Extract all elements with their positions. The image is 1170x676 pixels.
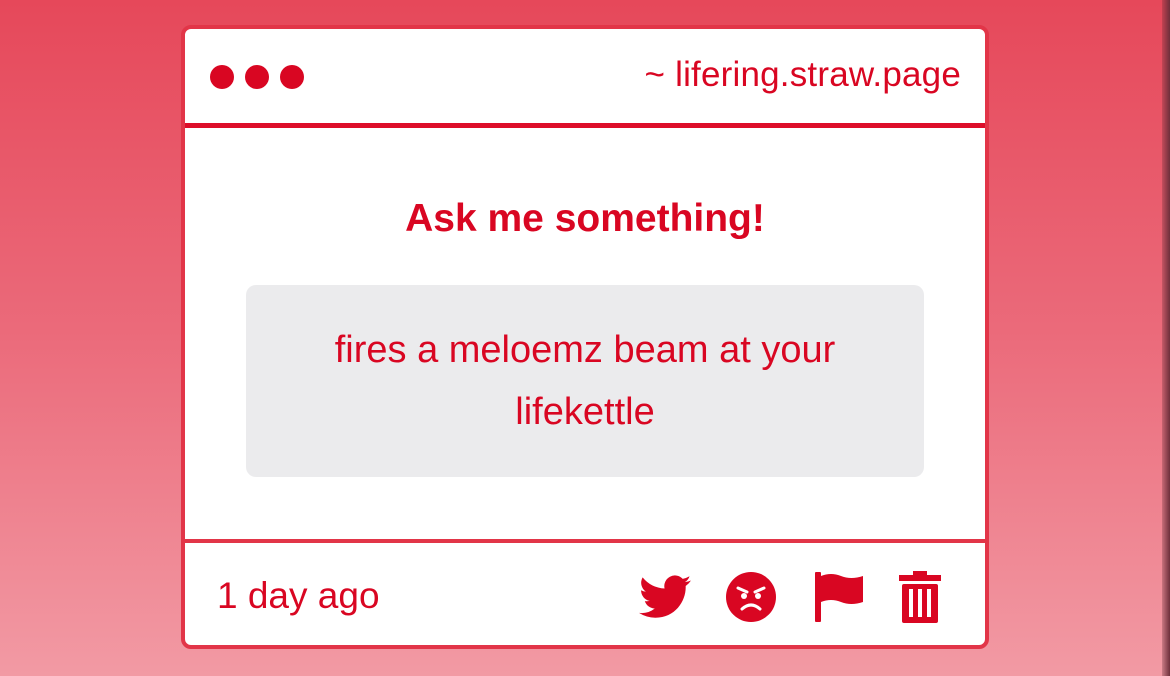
window-dots xyxy=(210,65,304,89)
page-url[interactable]: ~ lifering.straw.page xyxy=(645,55,961,95)
window-dot-2 xyxy=(245,65,269,89)
question-text: fires a meloemz beam at your lifekettle xyxy=(334,329,836,433)
card-footer: 1 day ago xyxy=(185,539,985,645)
report-flag-button[interactable] xyxy=(813,571,865,623)
angry-face-icon xyxy=(726,572,776,622)
question-card: ~ lifering.straw.page Ask me something! … xyxy=(181,25,989,649)
page-title: Ask me something! xyxy=(405,197,765,240)
share-twitter-button[interactable] xyxy=(639,575,691,619)
window-dot-3 xyxy=(280,65,304,89)
react-angry-button[interactable] xyxy=(725,571,777,623)
window-titlebar: ~ lifering.straw.page xyxy=(185,29,985,128)
delete-button[interactable] xyxy=(899,571,941,623)
flag-icon xyxy=(815,572,863,622)
trash-icon xyxy=(899,571,941,623)
right-edge-divider xyxy=(1162,0,1170,676)
twitter-bird-icon xyxy=(639,575,691,618)
question-box: fires a meloemz beam at your lifekettle xyxy=(246,285,924,477)
window-dot-1 xyxy=(210,65,234,89)
timestamp: 1 day ago xyxy=(217,575,380,616)
action-bar xyxy=(639,571,941,623)
